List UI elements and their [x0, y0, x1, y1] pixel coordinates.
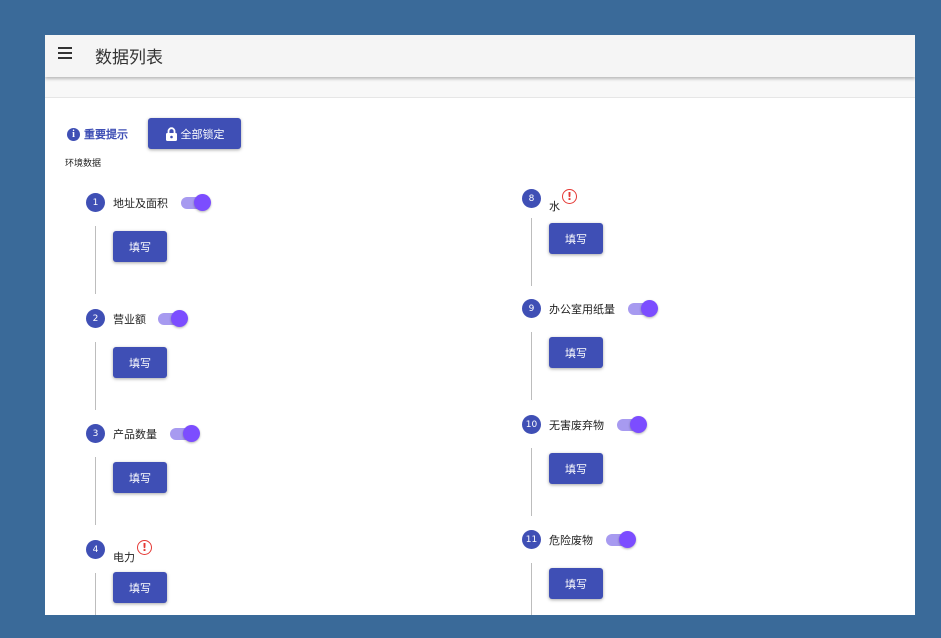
- info-icon: i: [67, 127, 80, 141]
- step-connector: [531, 448, 532, 516]
- lock-all-label: 全部锁定: [180, 127, 225, 141]
- step-connector: [531, 218, 532, 286]
- fill-button[interactable]: 填写: [549, 223, 603, 254]
- section-title: 环境数据: [65, 159, 102, 169]
- lock-icon: [165, 126, 177, 141]
- lock-all-button[interactable]: 全部锁定: [148, 118, 241, 149]
- fill-button[interactable]: 填写: [549, 568, 603, 599]
- step-number: 4: [86, 540, 105, 559]
- step-label: 产品数量: [113, 428, 157, 441]
- toggle-switch[interactable]: [606, 531, 636, 549]
- step-connector: [531, 563, 532, 615]
- step-number: 2: [86, 309, 105, 328]
- fill-button[interactable]: 填写: [113, 347, 167, 378]
- step-connector: [531, 332, 532, 400]
- step-number: 11: [522, 530, 541, 549]
- step-label: 营业额: [113, 313, 146, 326]
- menu-icon[interactable]: [58, 47, 72, 60]
- toggle-switch[interactable]: [181, 194, 211, 212]
- step-number: 9: [522, 299, 541, 318]
- fill-button[interactable]: 填写: [549, 337, 603, 368]
- step-connector: [95, 226, 96, 294]
- app-bar: 数据列表: [45, 35, 915, 77]
- fill-button[interactable]: 填写: [113, 462, 167, 493]
- step-label: 水: [549, 200, 560, 213]
- page-title: 数据列表: [95, 48, 163, 68]
- alert-icon: !: [562, 189, 577, 204]
- step-label: 办公室用纸量: [549, 303, 615, 316]
- step-number: 3: [86, 424, 105, 443]
- app-window: 数据列表 i 重要提示 全部锁定 环境数据 1 地址及面积 填写 2 营业额 填…: [45, 35, 915, 615]
- fill-button[interactable]: 填写: [113, 231, 167, 262]
- sub-bar: [45, 77, 915, 98]
- step-label: 电力: [113, 551, 135, 564]
- fill-button[interactable]: 填写: [113, 572, 167, 603]
- alert-icon: !: [137, 540, 152, 555]
- important-notice-label: 重要提示: [84, 128, 128, 141]
- important-notice-link[interactable]: i 重要提示: [67, 126, 128, 142]
- step-number: 1: [86, 193, 105, 212]
- step-connector: [95, 573, 96, 615]
- step-label: 地址及面积: [113, 197, 168, 210]
- step-label: 危险废物: [549, 534, 593, 547]
- step-connector: [95, 342, 96, 410]
- toggle-switch[interactable]: [158, 310, 188, 328]
- toggle-switch[interactable]: [170, 425, 200, 443]
- step-number: 10: [522, 415, 541, 434]
- step-number: 8: [522, 189, 541, 208]
- toggle-switch[interactable]: [628, 300, 658, 318]
- step-label: 无害废弃物: [549, 419, 604, 432]
- toggle-switch[interactable]: [617, 416, 647, 434]
- step-connector: [95, 457, 96, 525]
- fill-button[interactable]: 填写: [549, 453, 603, 484]
